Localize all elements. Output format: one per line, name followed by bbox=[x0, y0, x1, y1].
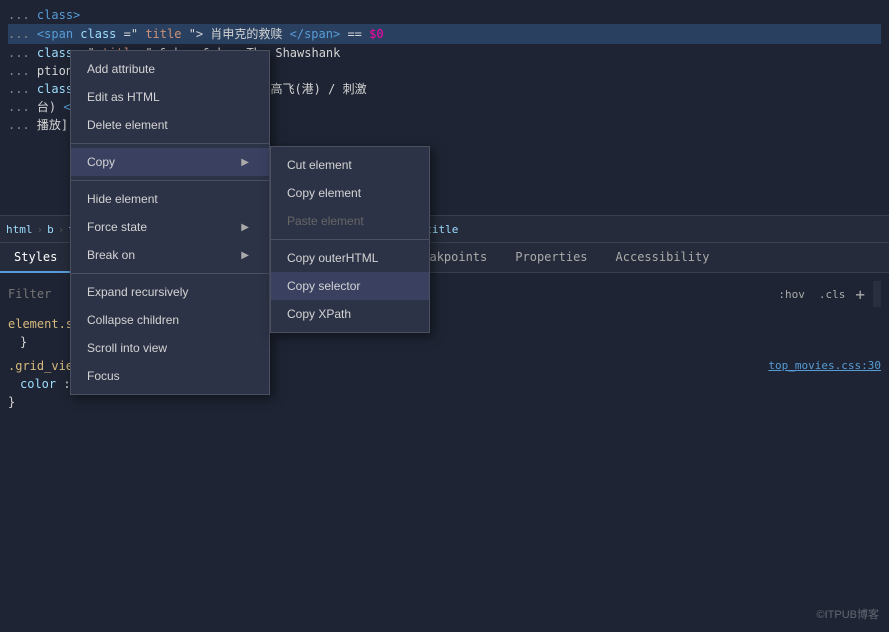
submenu-copy-element[interactable]: Copy element bbox=[271, 179, 429, 207]
tab-properties[interactable]: Properties bbox=[501, 243, 601, 273]
menu-item-expand-recursively[interactable]: Expand recursively bbox=[71, 278, 269, 306]
submenu-divider-1 bbox=[271, 239, 429, 240]
menu-item-hide-element[interactable]: Hide element bbox=[71, 185, 269, 213]
breadcrumb-body[interactable]: b bbox=[47, 223, 54, 236]
submenu-copy-outerhtml[interactable]: Copy outerHTML bbox=[271, 244, 429, 272]
menu-item-break-on[interactable]: Break on ▶ bbox=[71, 241, 269, 269]
menu-item-force-state[interactable]: Force state ▶ bbox=[71, 213, 269, 241]
submenu-copy-xpath[interactable]: Copy XPath bbox=[271, 300, 429, 328]
add-style-button[interactable]: + bbox=[855, 285, 865, 304]
style-source-link[interactable]: top_movies.css:30 bbox=[768, 357, 881, 375]
menu-divider-3 bbox=[71, 273, 269, 274]
filter-controls: :hov .cls + bbox=[774, 285, 865, 304]
cls-button[interactable]: .cls bbox=[815, 287, 850, 302]
menu-item-delete-element[interactable]: Delete element bbox=[71, 111, 269, 139]
breadcrumb-html[interactable]: html bbox=[6, 223, 33, 236]
force-state-arrow: ▶ bbox=[241, 222, 249, 233]
menu-divider-1 bbox=[71, 143, 269, 144]
menu-item-collapse-children[interactable]: Collapse children bbox=[71, 306, 269, 334]
code-line-1: ... class> bbox=[8, 6, 881, 24]
context-menu-container: Add attribute Edit as HTML Delete elemen… bbox=[70, 50, 270, 395]
menu-divider-2 bbox=[71, 180, 269, 181]
break-on-arrow: ▶ bbox=[241, 250, 249, 261]
scrollbar-thumb bbox=[873, 281, 881, 307]
context-menu: Add attribute Edit as HTML Delete elemen… bbox=[70, 50, 270, 395]
copy-submenu: Cut element Copy element Paste element C… bbox=[270, 146, 430, 333]
submenu-cut-element[interactable]: Cut element bbox=[271, 151, 429, 179]
menu-item-edit-as-html[interactable]: Edit as HTML bbox=[71, 83, 269, 111]
tab-styles[interactable]: Styles bbox=[0, 243, 71, 273]
menu-item-scroll-into-view[interactable]: Scroll into view bbox=[71, 334, 269, 362]
hov-button[interactable]: :hov bbox=[774, 287, 809, 302]
submenu-copy-selector[interactable]: Copy selector bbox=[271, 272, 429, 300]
menu-item-add-attribute[interactable]: Add attribute bbox=[71, 55, 269, 83]
menu-item-copy[interactable]: Copy ▶ bbox=[71, 148, 269, 176]
menu-item-focus[interactable]: Focus bbox=[71, 362, 269, 390]
copy-submenu-arrow: ▶ bbox=[241, 157, 249, 168]
code-line-selected: ... <span class =" title "> 肖申克的救赎 </spa… bbox=[8, 24, 881, 44]
tab-accessibility[interactable]: Accessibility bbox=[602, 243, 724, 273]
submenu-paste-element: Paste element bbox=[271, 207, 429, 235]
